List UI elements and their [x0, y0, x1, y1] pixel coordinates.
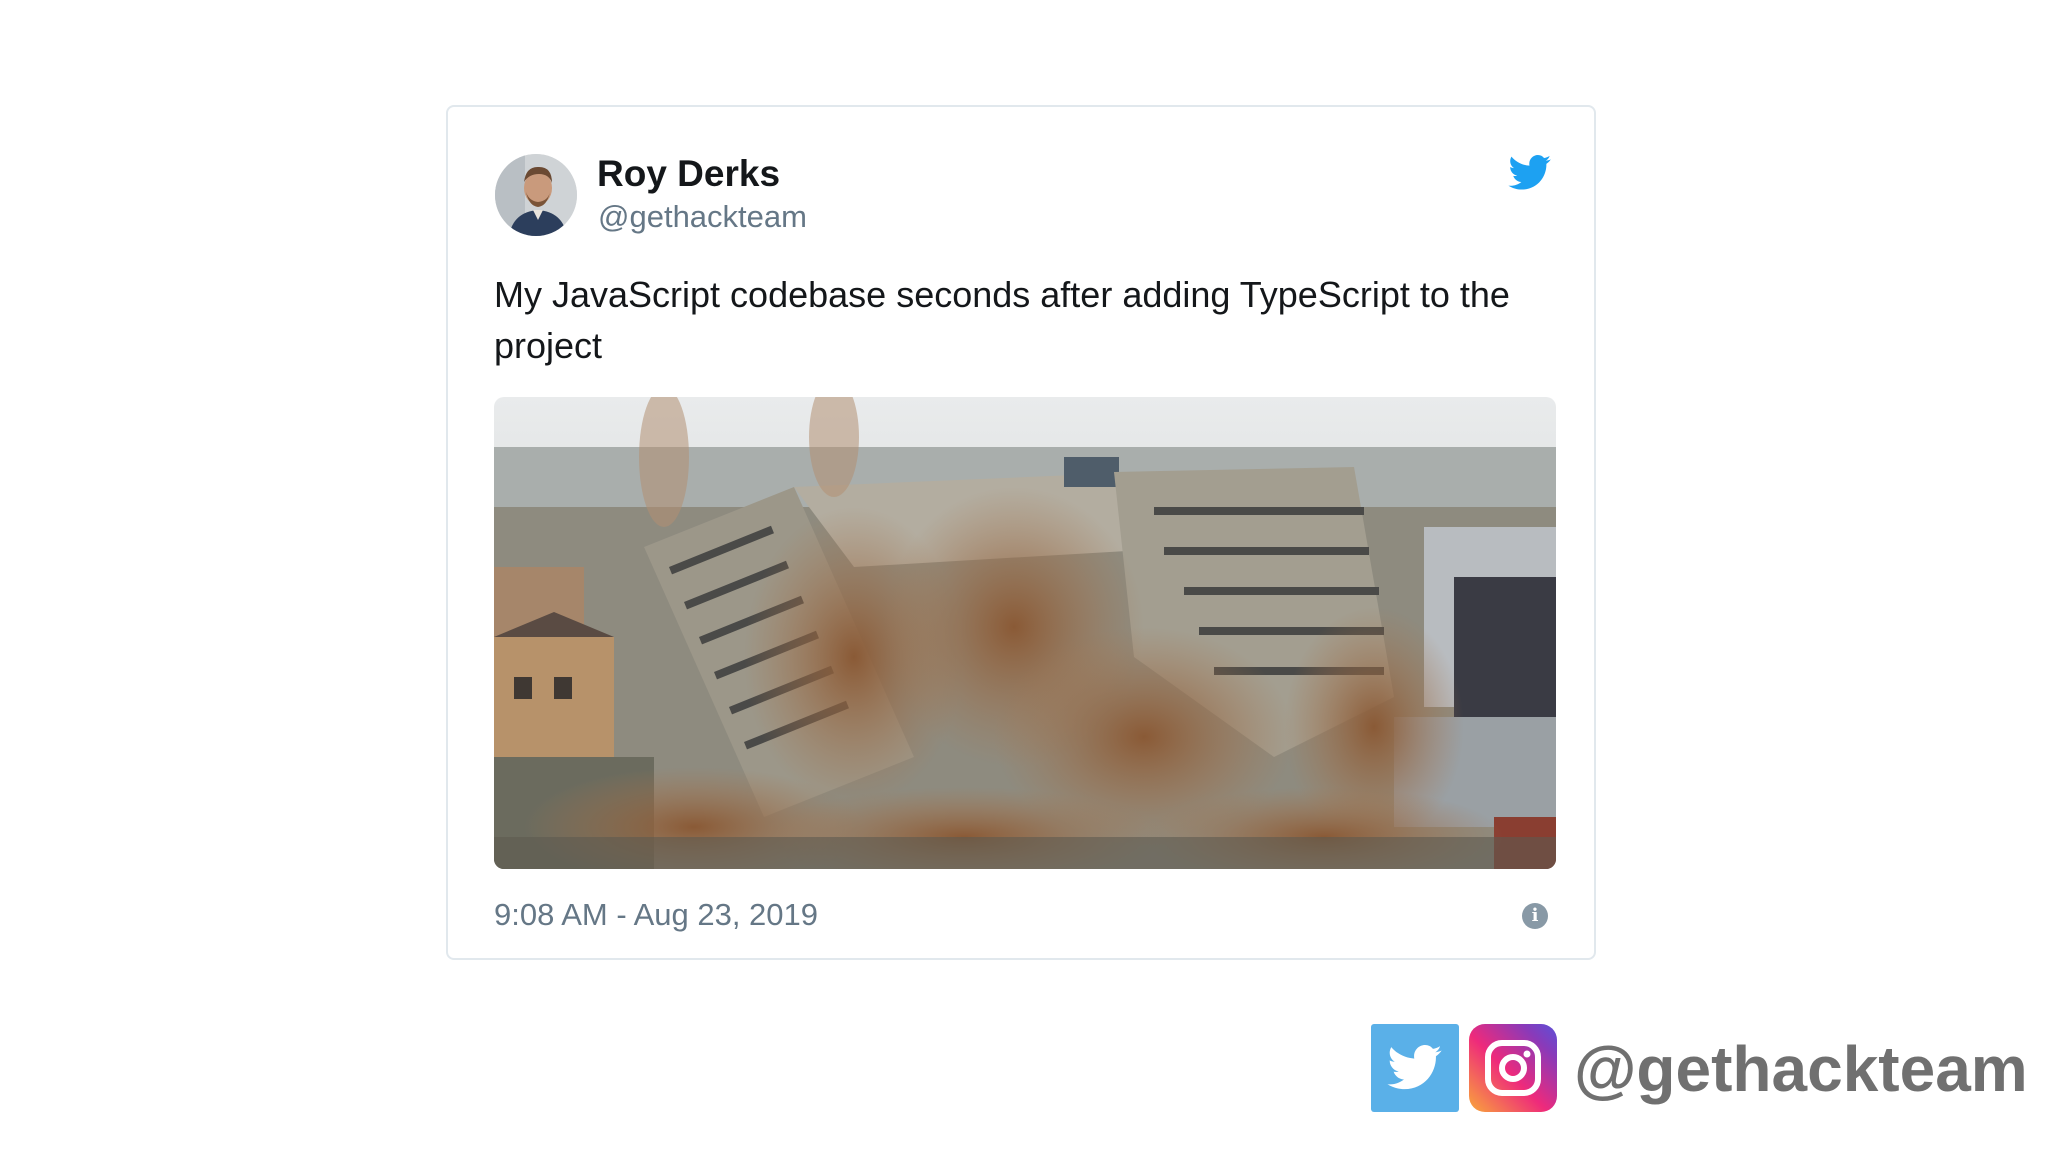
- info-icon[interactable]: i: [1522, 903, 1548, 929]
- display-name[interactable]: Roy Derks: [597, 153, 780, 195]
- user-handle[interactable]: @gethackteam: [598, 199, 807, 235]
- tweet-text: My JavaScript codebase seconds after add…: [494, 274, 1510, 366]
- tweet-card: Roy Derks @gethackteam My JavaScript cod…: [446, 105, 1596, 960]
- instagram-icon: [1469, 1024, 1557, 1112]
- social-handle: @gethackteam: [1574, 1033, 2028, 1105]
- tweet-timestamp[interactable]: 9:08 AM - Aug 23, 2019: [494, 897, 818, 933]
- tweet-image[interactable]: [494, 397, 1556, 869]
- twitter-icon: [1371, 1024, 1459, 1112]
- twitter-bird-icon[interactable]: [1508, 155, 1552, 191]
- avatar[interactable]: [495, 154, 577, 236]
